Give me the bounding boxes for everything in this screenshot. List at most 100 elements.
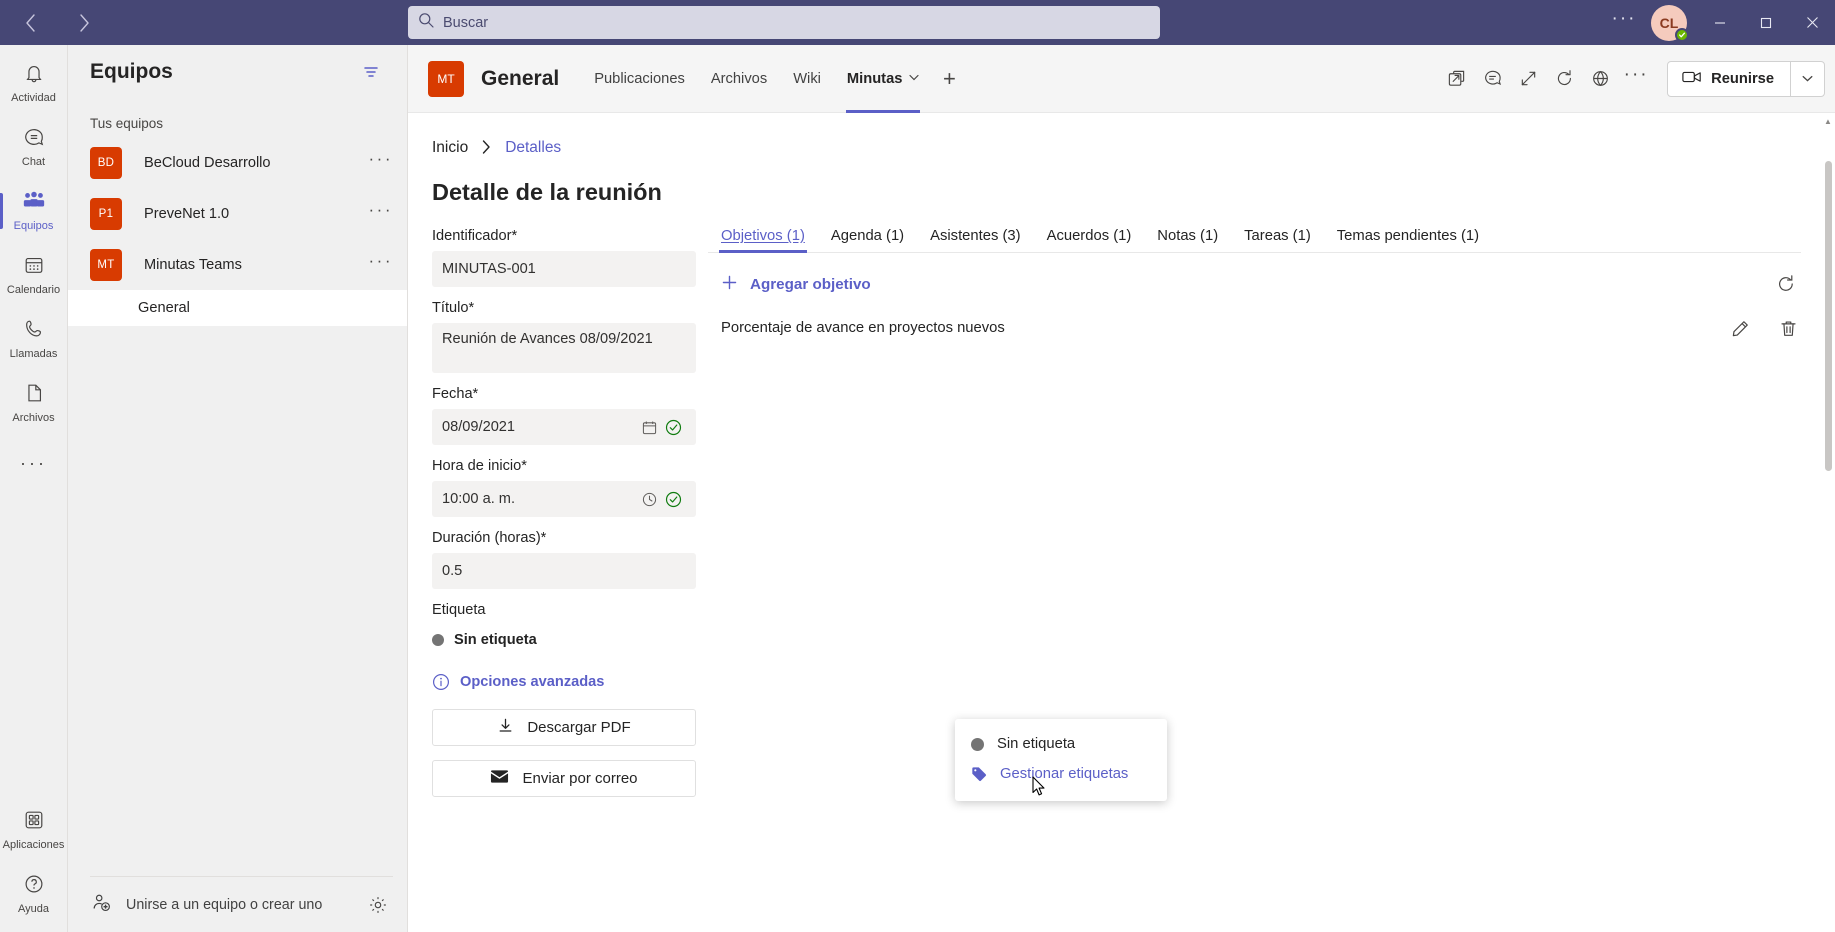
info-circle-icon	[432, 673, 450, 691]
rail-more-apps-button[interactable]: ···	[0, 435, 68, 491]
app-rail: Actividad Chat Equipos Calendario Llamad…	[0, 45, 68, 932]
dropdown-item-sin-etiqueta[interactable]: Sin etiqueta	[955, 729, 1167, 759]
tab-label: Acuerdos (1)	[1046, 228, 1132, 244]
etiqueta-selector[interactable]: Sin etiqueta	[432, 625, 698, 655]
teams-panel-footer: Unirse a un equipo o crear uno	[90, 876, 393, 932]
minutas-app-content: Inicio Detalles Detalle de la reunión Id…	[408, 113, 1835, 932]
close-button[interactable]	[1789, 0, 1835, 45]
duracion-value: 0.5	[442, 563, 463, 579]
globe-icon[interactable]	[1583, 62, 1617, 96]
descargar-pdf-button[interactable]: Descargar PDF	[432, 709, 696, 746]
etiqueta-dropdown: Sin etiqueta Gestionar etiquetas	[955, 719, 1167, 801]
back-icon[interactable]	[16, 9, 44, 37]
tab-label: Minutas	[846, 70, 903, 87]
channel-more-button[interactable]: ···	[1619, 62, 1653, 96]
join-or-create-team-button[interactable]: Unirse a un equipo o crear uno	[90, 893, 349, 917]
dropdown-item-gestionar-etiquetas[interactable]: Gestionar etiquetas	[955, 759, 1167, 789]
team-more-button[interactable]: ···	[369, 150, 393, 170]
forward-icon[interactable]	[70, 9, 98, 37]
channel-tabs: Publicaciones Archivos Wiki Minutas +	[581, 45, 966, 113]
scroll-up-arrow-icon[interactable]: ▲	[1823, 117, 1833, 126]
mail-icon	[490, 769, 509, 788]
rail-item-actividad[interactable]: Actividad	[0, 51, 68, 115]
tab-notas[interactable]: Notas (1)	[1144, 228, 1231, 252]
search-placeholder: Buscar	[443, 14, 489, 31]
team-row[interactable]: P1 PreveNet 1.0 ···	[68, 188, 407, 239]
identificador-field[interactable]: MINUTAS-001	[432, 251, 696, 287]
breadcrumb-detalles[interactable]: Detalles	[505, 139, 561, 157]
tab-tareas[interactable]: Tareas (1)	[1231, 228, 1324, 252]
search-input[interactable]: Buscar	[408, 6, 1160, 39]
rail-item-aplicaciones[interactable]: Aplicaciones	[0, 798, 68, 862]
meet-options-chevron-down-icon[interactable]	[1790, 61, 1824, 96]
tab-agenda[interactable]: Agenda (1)	[818, 228, 917, 252]
refresh-icon[interactable]	[1771, 269, 1801, 299]
hora-inicio-field[interactable]: 10:00 a. m.	[432, 481, 696, 517]
team-more-button[interactable]: ···	[369, 201, 393, 221]
clock-icon[interactable]	[638, 492, 660, 507]
tab-acuerdos[interactable]: Acuerdos (1)	[1034, 228, 1145, 252]
teams-panel-spacer	[68, 326, 407, 876]
valid-check-icon	[660, 491, 686, 508]
tag-icon	[971, 766, 987, 782]
agregar-objetivo-button[interactable]: Agregar objetivo	[708, 274, 871, 295]
rail-item-equipos[interactable]: Equipos	[0, 179, 68, 243]
chevron-down-icon	[909, 73, 920, 84]
app-body: Actividad Chat Equipos Calendario Llamad…	[0, 45, 1835, 932]
fecha-field[interactable]: 08/09/2021	[432, 409, 696, 445]
tab-publicaciones[interactable]: Publicaciones	[581, 45, 698, 113]
tab-wiki[interactable]: Wiki	[780, 45, 834, 113]
rail-item-llamadas[interactable]: Llamadas	[0, 307, 68, 371]
calendar-icon[interactable]	[638, 420, 660, 435]
channel-header-actions: ··· Reunirse	[1439, 60, 1825, 97]
pencil-icon[interactable]	[1729, 317, 1751, 339]
rail-item-calendario[interactable]: Calendario	[0, 243, 68, 307]
gear-icon[interactable]	[363, 890, 393, 920]
gray-dot-icon	[971, 737, 984, 751]
tab-asistentes[interactable]: Asistentes (3)	[917, 228, 1033, 252]
dropdown-item-label: Sin etiqueta	[997, 736, 1076, 752]
enviar-por-correo-button[interactable]: Enviar por correo	[432, 760, 696, 797]
duracion-field[interactable]: 0.5	[432, 553, 696, 589]
rail-label: Actividad	[11, 92, 56, 104]
presence-available-icon	[1675, 27, 1689, 42]
rail-item-archivos[interactable]: Archivos	[0, 371, 68, 435]
open-in-new-window-icon[interactable]	[1439, 62, 1473, 96]
expand-diagonal-icon[interactable]	[1511, 62, 1545, 96]
channel-item-general[interactable]: General	[68, 290, 407, 326]
settings-more-button[interactable]: ···	[1603, 9, 1645, 32]
tab-minutas[interactable]: Minutas	[834, 45, 933, 113]
minimize-button[interactable]	[1697, 0, 1743, 45]
rail-item-chat[interactable]: Chat	[0, 115, 68, 179]
trash-icon[interactable]	[1777, 317, 1799, 339]
team-row[interactable]: MT Minutas Teams ···	[68, 239, 407, 290]
filter-icon[interactable]	[357, 58, 385, 86]
add-tab-button[interactable]: +	[932, 45, 966, 113]
identificador-value: MINUTAS-001	[442, 261, 536, 277]
refresh-icon[interactable]	[1547, 62, 1581, 96]
channel-header: MT General Publicaciones Archivos Wiki M…	[408, 45, 1835, 113]
tab-temas-pendientes[interactable]: Temas pendientes (1)	[1324, 228, 1492, 252]
enviar-correo-label: Enviar por correo	[522, 770, 638, 787]
phone-icon	[23, 318, 45, 345]
breadcrumb-inicio[interactable]: Inicio	[432, 139, 468, 157]
titulo-value: Reunión de Avances 08/09/2021	[442, 331, 653, 347]
tab-archivos[interactable]: Archivos	[698, 45, 780, 113]
team-more-button[interactable]: ···	[369, 252, 393, 272]
page-title: Detalle de la reunión	[432, 179, 662, 205]
vertical-scrollbar[interactable]: ▲	[1821, 113, 1835, 932]
opciones-avanzadas-link[interactable]: Opciones avanzadas	[432, 673, 698, 691]
scrollbar-thumb[interactable]	[1825, 161, 1832, 471]
rail-item-ayuda[interactable]: Ayuda	[0, 862, 68, 926]
team-avatar: MT	[428, 60, 464, 97]
maximize-button[interactable]	[1743, 0, 1789, 45]
avatar[interactable]: CL	[1651, 4, 1689, 42]
conversation-icon[interactable]	[1475, 62, 1509, 96]
label-titulo: Título*	[432, 300, 475, 316]
hora-inicio-value: 10:00 a. m.	[442, 491, 516, 507]
rail-label: Chat	[21, 156, 46, 168]
team-row[interactable]: BD BeCloud Desarrollo ···	[68, 137, 407, 188]
meet-now-button[interactable]: Reunirse	[1668, 62, 1790, 96]
tab-objetivos[interactable]: Objetivos (1)	[708, 228, 818, 253]
titulo-field[interactable]: Reunión de Avances 08/09/2021	[432, 323, 696, 373]
